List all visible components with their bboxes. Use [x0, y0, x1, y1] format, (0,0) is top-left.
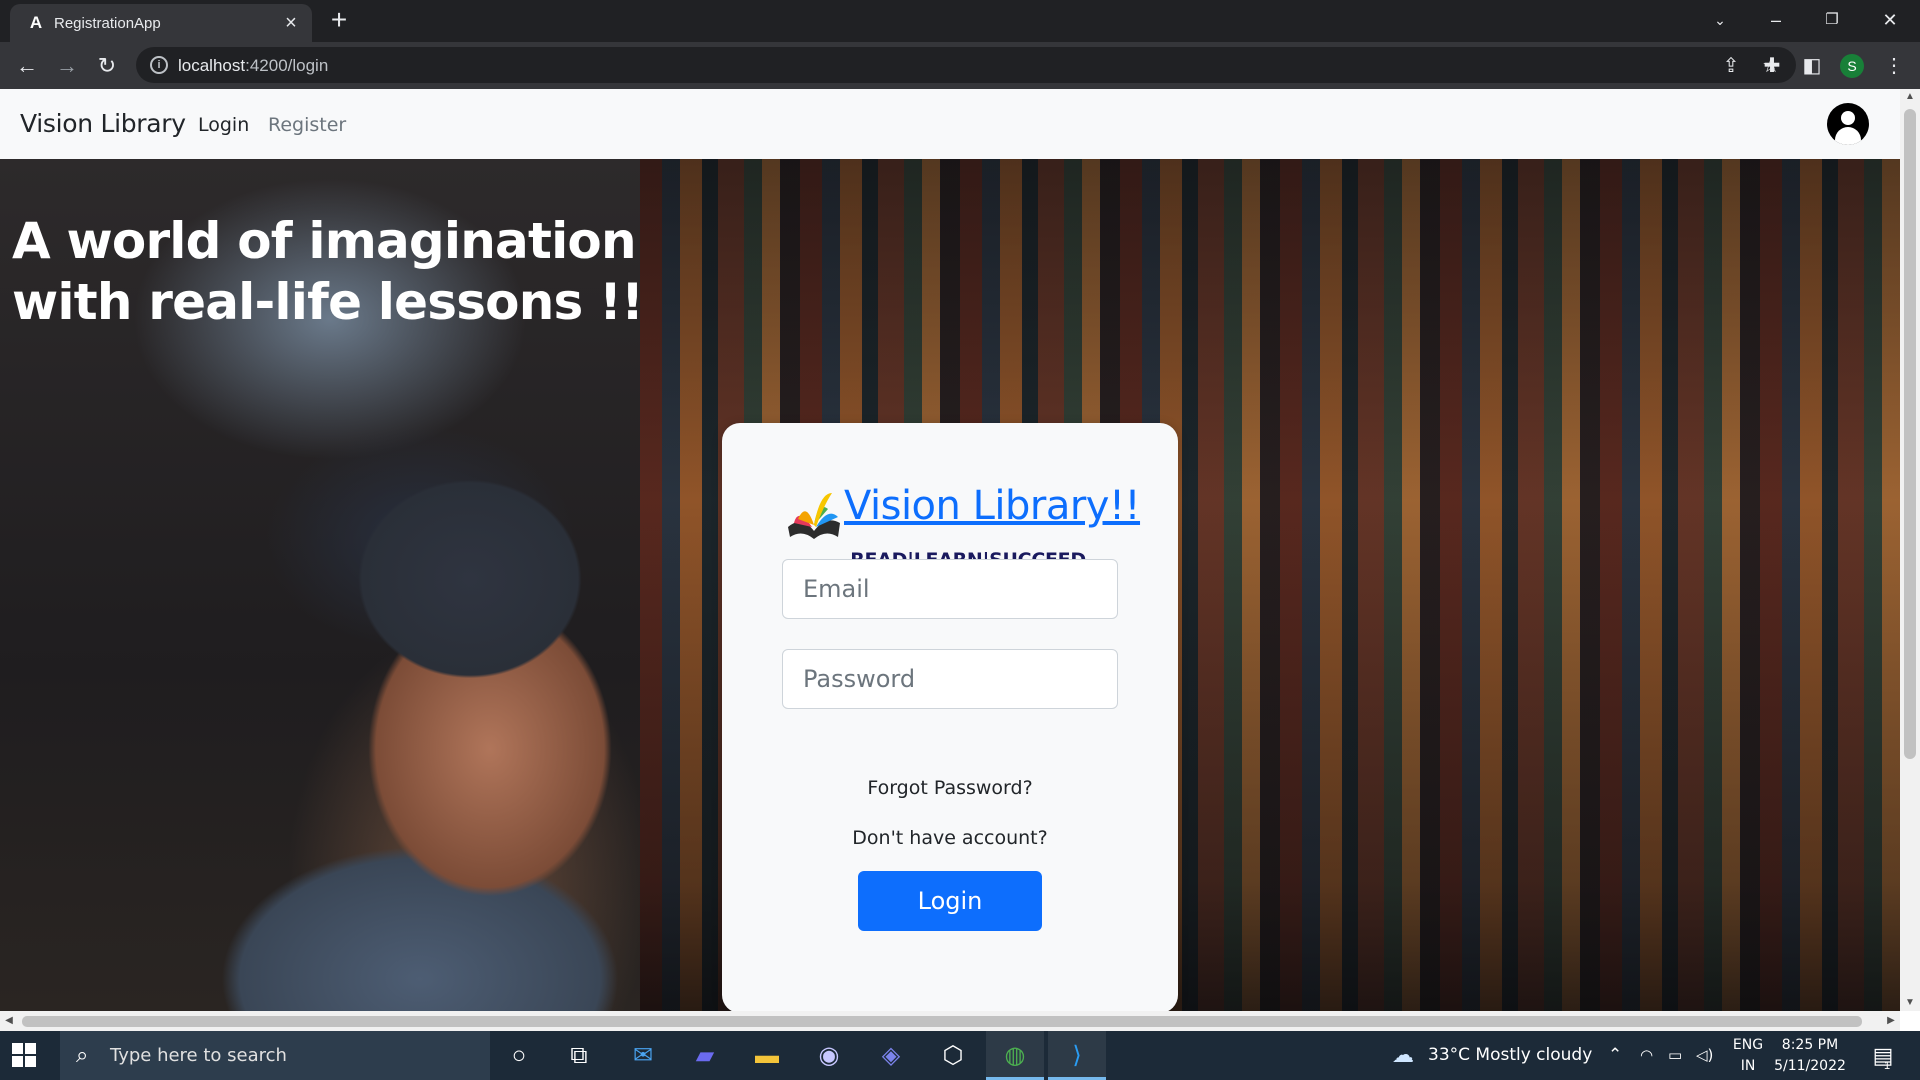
address-bar[interactable]: i localhost:4200/login ⇪ ☆ [136, 47, 1796, 83]
no-account-link[interactable]: Don't have account? [722, 827, 1178, 849]
hero-tagline: A world of imagination with real-life le… [12, 212, 644, 331]
notification-center-icon[interactable]: ▤ 1 [1868, 1041, 1898, 1072]
new-tab-icon[interactable]: + [326, 6, 352, 34]
password-field[interactable] [782, 649, 1118, 709]
tab-search-icon[interactable]: ⌄ [1700, 6, 1740, 34]
hero-background: A world of imagination with real-life le… [0, 159, 1900, 1011]
network-icon[interactable]: ◠ [1640, 1031, 1653, 1080]
url-host: localhost [178, 56, 246, 75]
profile-avatar[interactable]: S [1840, 54, 1864, 78]
card-title-link[interactable]: Vision Library!! [844, 483, 1141, 529]
reload-icon[interactable]: ↻ [92, 51, 122, 81]
nav-login-link[interactable]: Login [198, 114, 249, 136]
mail-icon[interactable]: ✉ [614, 1031, 672, 1080]
url-path: :4200/login [245, 56, 329, 75]
browser-toolbar: ← → ↻ i localhost:4200/login ⇪ ☆ ✚ ◧ S ⋮ [0, 42, 1920, 89]
file-explorer-icon[interactable]: ▬ [738, 1031, 796, 1080]
search-icon: ⌕ [76, 1042, 89, 1067]
email-field[interactable] [782, 559, 1118, 619]
browser-tabstrip: A RegistrationApp × + ⌄ – ❐ ✕ [0, 0, 1920, 42]
side-panel-icon[interactable]: ◧ [1798, 52, 1826, 80]
login-card: Vision Library!! READ|LEARN|SUCCEED Forg… [722, 423, 1178, 1011]
windows-taskbar: ⌕ Type here to search ○ ⧉ ✉ ▰ ▬ ◉ ◈ ⬡ ◍ … [0, 1031, 1920, 1080]
back-icon[interactable]: ← [12, 51, 42, 81]
cortana-icon[interactable]: ○ [490, 1031, 548, 1080]
scroll-down-icon[interactable]: ▼ [1900, 995, 1920, 1011]
navbar-brand[interactable]: Vision Library [20, 109, 186, 138]
angular-favicon-icon: A [29, 13, 43, 32]
horizontal-scrollbar[interactable]: ◀ ▶ [0, 1011, 1900, 1031]
chrome-icon[interactable]: ◍ [986, 1031, 1044, 1080]
weather-icon[interactable]: ☁ [1392, 1031, 1414, 1080]
windows-start-icon[interactable] [12, 1043, 36, 1067]
vertical-scroll-thumb[interactable] [1904, 109, 1916, 759]
tray-chevron-icon[interactable]: ⌃ [1608, 1031, 1622, 1080]
minimize-icon[interactable]: – [1756, 6, 1796, 34]
login-button[interactable]: Login [858, 871, 1042, 931]
vertical-scrollbar[interactable]: ▲ ▼ [1900, 89, 1920, 1011]
notification-count: 1 [1884, 1060, 1891, 1072]
close-window-icon[interactable]: ✕ [1870, 6, 1910, 34]
volume-icon[interactable]: ◁) [1696, 1031, 1713, 1080]
forgot-password-link[interactable]: Forgot Password? [722, 777, 1178, 799]
extensions-icon[interactable]: ✚ [1758, 52, 1786, 80]
tab-close-icon[interactable]: × [280, 12, 302, 34]
taskbar-clock[interactable]: 8:25 PM 5/11/2022 [1760, 1035, 1860, 1077]
horizontal-scroll-thumb[interactable] [22, 1016, 1862, 1027]
scroll-up-icon[interactable]: ▲ [1900, 89, 1920, 105]
tab-title: RegistrationApp [54, 15, 161, 32]
page-viewport: Vision Library Login Register A world of… [0, 89, 1920, 1031]
clock-date: 5/11/2022 [1774, 1058, 1846, 1074]
menu-kebab-icon[interactable]: ⋮ [1880, 52, 1908, 80]
user-account-icon[interactable] [1827, 103, 1869, 145]
site-info-icon[interactable]: i [150, 56, 168, 74]
task-view-icon[interactable]: ⧉ [550, 1031, 608, 1080]
url-text: localhost:4200/login [178, 56, 328, 76]
share-icon[interactable]: ⇪ [1718, 53, 1744, 79]
vs-icon[interactable]: ▰ [676, 1031, 734, 1080]
scroll-right-icon[interactable]: ▶ [1882, 1011, 1900, 1031]
scroll-left-icon[interactable]: ◀ [0, 1011, 18, 1031]
forward-icon[interactable]: → [52, 51, 82, 81]
nav-register-link[interactable]: Register [268, 114, 346, 136]
battery-icon[interactable]: ▭ [1668, 1031, 1682, 1080]
reader-image [160, 419, 720, 1011]
taskbar-search-box[interactable]: ⌕ Type here to search [60, 1031, 490, 1080]
vscode-icon[interactable]: ⟩ [1048, 1031, 1106, 1080]
eclipse-icon[interactable]: ◉ [800, 1031, 858, 1080]
weather-text[interactable]: 33°C Mostly cloudy [1428, 1031, 1592, 1080]
teams-icon[interactable]: ◈ [862, 1031, 920, 1080]
box-icon[interactable]: ⬡ [924, 1031, 982, 1080]
book-logo-icon [788, 493, 840, 539]
taskbar-search-placeholder: Type here to search [110, 1045, 287, 1066]
top-navbar: Vision Library Login Register [0, 89, 1900, 159]
restore-icon[interactable]: ❐ [1812, 6, 1852, 34]
clock-time: 8:25 PM [1781, 1037, 1839, 1053]
browser-tab[interactable]: A RegistrationApp × [10, 4, 312, 42]
